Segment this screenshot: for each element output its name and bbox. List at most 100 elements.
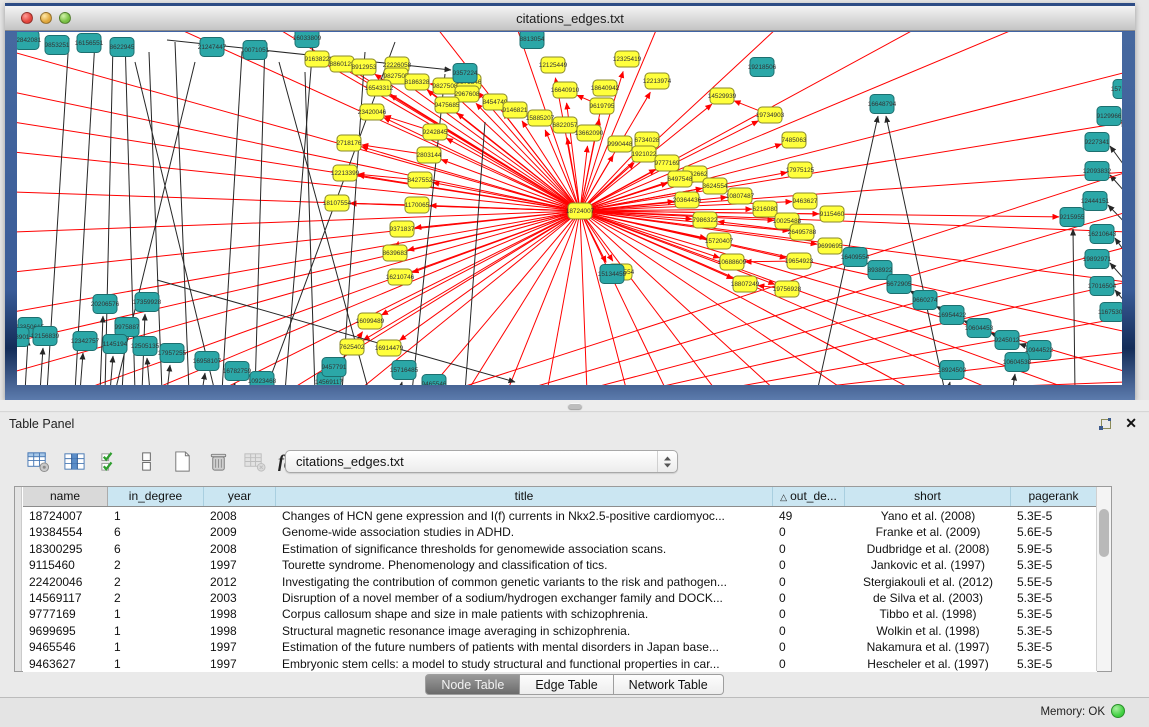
minimize-window-button[interactable] (40, 12, 52, 24)
table-cell[interactable]: 6 (108, 524, 204, 540)
graph-edge[interactable] (361, 147, 580, 211)
table-cell[interactable]: 1997 (204, 557, 276, 573)
graph-edge[interactable] (580, 72, 1122, 211)
graph-node[interactable]: 9146821 (503, 102, 528, 118)
table-cell[interactable]: Genome-wide association studies in ADHD. (276, 524, 773, 540)
graph-node[interactable]: 18640942 (591, 80, 620, 96)
table-cell[interactable]: 5.6E-5 (1011, 524, 1097, 540)
graph-node[interactable]: 6672905 (887, 275, 912, 294)
graph-edge[interactable] (1110, 146, 1122, 172)
table-cell[interactable]: 9465546 (23, 639, 108, 655)
table-cell[interactable]: 18300295 (23, 541, 108, 557)
table-cell[interactable]: 1 (108, 623, 204, 639)
table-cell[interactable]: 0 (773, 574, 845, 590)
table-cell[interactable]: 5.3E-5 (1011, 656, 1097, 672)
tab-edge-table[interactable]: Edge Table (520, 674, 613, 695)
graph-node[interactable]: 9245012 (995, 331, 1020, 350)
graph-node[interactable]: 9660274 (913, 291, 938, 310)
graph-edge[interactable] (857, 382, 1122, 385)
graph-node[interactable]: 3913901 (17, 328, 30, 347)
table-cell[interactable]: 0 (773, 524, 845, 540)
graph-edge[interactable] (40, 348, 43, 385)
graph-edge[interactable] (105, 44, 113, 385)
graph-node[interactable]: 9163822 (305, 51, 330, 67)
graph-node[interactable]: 16409554 (841, 248, 870, 267)
graph-node[interactable]: 18924502 (938, 361, 967, 380)
graph-node[interactable]: 17975125 (786, 162, 815, 178)
table-cell[interactable]: 1 (108, 639, 204, 655)
graph-edge[interactable] (17, 152, 580, 211)
graph-edge[interactable] (577, 247, 1122, 385)
table-cell[interactable]: 9115460 (23, 557, 108, 573)
table-cell[interactable]: 1 (108, 508, 204, 524)
graph-node[interactable]: 19756928 (773, 281, 802, 297)
table-cell[interactable]: Investigating the contribution of common… (276, 574, 773, 590)
table-cell[interactable]: Nakamura et al. (1997) (845, 639, 1011, 655)
graph-edge[interactable] (947, 382, 950, 385)
graph-node[interactable]: 23420046 (358, 104, 387, 120)
table-cell[interactable]: 0 (773, 590, 845, 606)
graph-node[interactable]: 12325419 (613, 51, 642, 67)
graph-node[interactable]: 19654923 (785, 253, 814, 269)
graph-node[interactable]: 8186328 (405, 74, 430, 90)
trash-icon[interactable] (206, 449, 231, 474)
column-header-title[interactable]: title (276, 487, 773, 506)
graph-node[interactable]: 7485063 (782, 132, 807, 148)
table-scrollbar[interactable] (1096, 487, 1111, 671)
table-cell[interactable]: 2 (108, 557, 204, 573)
table-cell[interactable]: 5.9E-5 (1011, 541, 1097, 557)
table-cell[interactable]: Structural magnetic resonance image aver… (276, 623, 773, 639)
graph-edge[interactable] (1110, 175, 1122, 200)
graph-node[interactable]: 8427552 (408, 172, 433, 188)
table-cell[interactable]: 0 (773, 656, 845, 672)
graph-node[interactable]: 16640910 (551, 82, 580, 98)
table-cell[interactable]: 9777169 (23, 606, 108, 622)
graph-node[interactable]: 7986322 (693, 212, 718, 228)
table-cell[interactable]: 0 (773, 541, 845, 557)
table-cell[interactable]: Stergiakouli et al. (2012) (845, 574, 1011, 590)
table-cell[interactable]: Franke et al. (2009) (845, 524, 1011, 540)
column-header-pagerank[interactable]: pagerank (1011, 487, 1097, 506)
table-cell[interactable]: 0 (773, 557, 845, 573)
panel-splitter[interactable] (0, 400, 1149, 412)
table-column-icon[interactable] (62, 449, 87, 474)
graph-node[interactable]: 6497548 (668, 171, 693, 187)
table-cell[interactable]: 5.3E-5 (1011, 606, 1097, 622)
graph-node[interactable]: 3624554 (703, 178, 728, 194)
graph-node[interactable]: 12156839 (31, 327, 60, 346)
graph-node[interactable]: 8639683 (383, 245, 408, 261)
graph-node[interactable]: 16210746 (386, 269, 415, 285)
table-cell[interactable]: 2008 (204, 508, 276, 524)
graph-edge[interactable] (412, 74, 445, 385)
graph-node[interactable]: 12842081 (17, 32, 42, 50)
column-header-name[interactable]: name (23, 487, 108, 506)
graph-node[interactable]: 18807249 (731, 276, 760, 292)
graph-edge[interactable] (580, 172, 1122, 211)
table-cell[interactable]: Tourette syndrome. Phenomenology and cla… (276, 557, 773, 573)
table-cell[interactable]: 9699695 (23, 623, 108, 639)
graph-edge[interactable] (17, 52, 580, 211)
table-cell[interactable]: Tibbo et al. (1998) (845, 606, 1011, 622)
table-row[interactable]: 946554611997Estimation of the future num… (23, 639, 1097, 655)
graph-node[interactable]: 9777169 (655, 155, 680, 171)
graph-node[interactable]: 17957255 (158, 344, 187, 363)
table-cell[interactable]: 1 (108, 656, 204, 672)
table-row[interactable]: 946362711997Embryonic stem cells: a mode… (23, 656, 1097, 672)
window-titlebar[interactable]: citations_edges.txt (5, 6, 1135, 31)
graph-node[interactable]: 16958107 (193, 352, 222, 371)
column-header-year[interactable]: year (204, 487, 276, 506)
graph-edge[interactable] (707, 317, 1122, 385)
table-cell[interactable]: Changes of HCN gene expression and I(f) … (276, 508, 773, 524)
graph-node[interactable]: 16648794 (868, 95, 897, 114)
table-cell[interactable]: 1998 (204, 606, 276, 622)
table-cell[interactable]: 0 (773, 623, 845, 639)
graph-edge[interactable] (580, 211, 777, 385)
graph-node[interactable]: 9215955 (1060, 208, 1085, 227)
graph-node[interactable]: 16033809 (293, 32, 322, 48)
table-cell[interactable]: 18724007 (23, 508, 108, 524)
graph-edge[interactable] (147, 358, 150, 385)
graph-edge[interactable] (400, 211, 580, 340)
graph-edge[interactable] (1073, 229, 1075, 385)
graph-edge[interactable] (100, 316, 103, 385)
graph-node[interactable]: 8813054 (520, 32, 545, 49)
